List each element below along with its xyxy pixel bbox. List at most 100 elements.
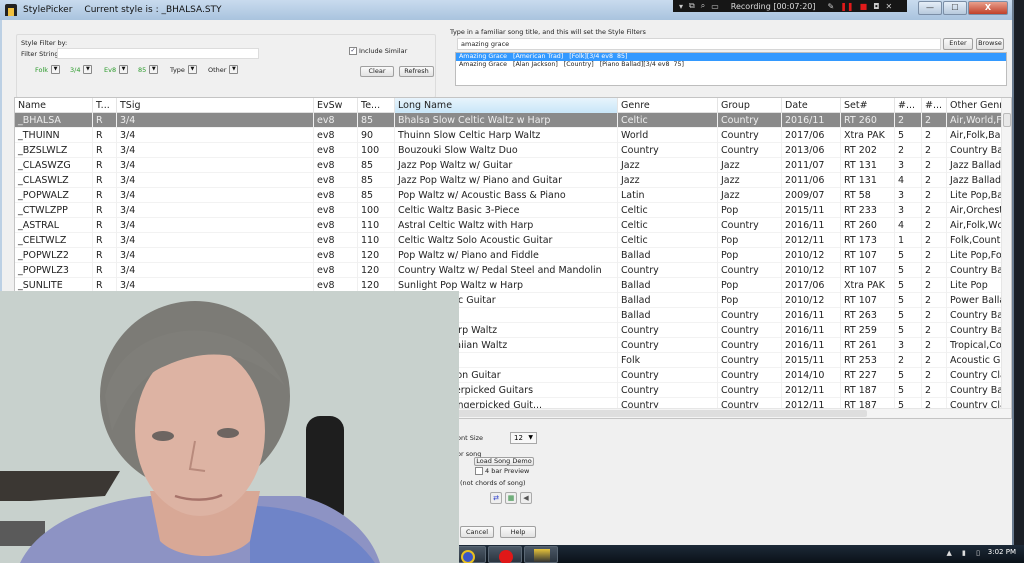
- table-cell: Air,Folk,Bal: [947, 128, 1003, 143]
- table-row[interactable]: _BZSLWLZ R 3/4 ev8 100 Bouzouki Slow Waltz Du…: [15, 143, 1011, 158]
- clear-button[interactable]: Clear: [360, 66, 394, 77]
- chevron-down-icon[interactable]: ▼: [119, 65, 129, 74]
- table-row[interactable]: _ASTRAL R 3/4 ev8 110 Astral Celtic Waltz wit…: [15, 218, 1011, 233]
- table-cell: 2: [922, 128, 947, 143]
- font-size-select[interactable]: 12 ▼: [510, 432, 537, 444]
- table-cell: 110: [358, 218, 395, 233]
- table-row[interactable]: _POPWALZ R 3/4 ev8 85 Pop Waltz w/ Acoustic B…: [15, 188, 1011, 203]
- table-cell: 85: [358, 113, 395, 128]
- column-header[interactable]: TSig: [117, 98, 314, 113]
- table-cell: R: [93, 188, 117, 203]
- dropdown-icon[interactable]: ▾: [679, 2, 683, 11]
- table-cell: RT 107: [841, 248, 895, 263]
- table-cell: 5: [895, 308, 922, 323]
- table-cell: 2: [922, 143, 947, 158]
- table-cell: 2016/11: [782, 113, 841, 128]
- column-header[interactable]: Group: [718, 98, 782, 113]
- browse-button[interactable]: Browse: [976, 38, 1004, 50]
- column-header[interactable]: Other Genr: [947, 98, 1003, 113]
- four-bar-preview-checkbox[interactable]: [475, 467, 483, 475]
- column-header[interactable]: Name: [15, 98, 93, 113]
- chevron-down-icon[interactable]: ▼: [149, 65, 159, 74]
- table-row[interactable]: _CLASWZG R 3/4 ev8 85 Jazz Pop Waltz w/ Guita…: [15, 158, 1011, 173]
- close-icon[interactable]: ✕: [886, 2, 893, 11]
- help-button[interactable]: Help: [500, 526, 536, 538]
- region-icon[interactable]: ▭: [711, 2, 719, 11]
- stop-icon[interactable]: ■: [860, 2, 868, 11]
- loop-icon[interactable]: ⇄: [490, 492, 502, 504]
- taskbar-app-bandinabox[interactable]: [524, 546, 558, 563]
- load-song-demo-button[interactable]: Load Song Demo: [474, 457, 534, 466]
- system-tray[interactable]: ▲ ▮ ▯: [946, 549, 984, 557]
- zoom-icon[interactable]: ⌕: [701, 1, 705, 11]
- vertical-scrollbar[interactable]: [1001, 98, 1011, 408]
- filter-string-input[interactable]: [57, 48, 259, 59]
- pen-icon[interactable]: ✎: [828, 2, 835, 11]
- chevron-down-icon[interactable]: ▼: [187, 65, 197, 74]
- filter-tempo-dropdown[interactable]: 85 ▼: [138, 65, 159, 74]
- table-row[interactable]: _CELTWLZ R 3/4 ev8 110 Celtic Waltz Solo Acou…: [15, 233, 1011, 248]
- table-row[interactable]: _POPWLZ3 R 3/4 ev8 120 Country Waltz w/ Pedal…: [15, 263, 1011, 278]
- filter-tsig-dropdown[interactable]: 3/4 ▼: [70, 65, 93, 74]
- column-header[interactable]: Te...: [358, 98, 395, 113]
- table-cell: Pop Waltz w/ Piano and Fiddle: [395, 248, 618, 263]
- table-cell: Country: [718, 308, 782, 323]
- image-icon[interactable]: ▦: [505, 492, 517, 504]
- table-cell: ev8: [314, 248, 358, 263]
- table-cell: RT 131: [841, 158, 895, 173]
- column-header[interactable]: #...: [895, 98, 922, 113]
- table-cell: 2: [922, 353, 947, 368]
- close-button[interactable]: X: [968, 1, 1008, 15]
- windows-icon[interactable]: ⧉: [689, 1, 695, 11]
- minimize-button[interactable]: —: [918, 1, 942, 15]
- table-cell: Celtic: [618, 218, 718, 233]
- column-header[interactable]: Set#: [841, 98, 895, 113]
- table-cell: Jazz Pop Waltz w/ Guitar: [395, 158, 618, 173]
- column-header[interactable]: Long Name: [395, 98, 618, 113]
- table-row[interactable]: _POPWLZ2 R 3/4 ev8 120 Pop Waltz w/ Piano and…: [15, 248, 1011, 263]
- filter-type-dropdown[interactable]: Type ▼: [170, 65, 197, 74]
- table-cell: Country: [718, 218, 782, 233]
- table-cell: 2: [922, 293, 947, 308]
- table-cell: 1: [895, 233, 922, 248]
- filter-evsw-dropdown[interactable]: Ev8 ▼: [104, 65, 129, 74]
- camera-icon[interactable]: ◘: [873, 2, 879, 11]
- checkmark-icon[interactable]: ✓: [349, 47, 357, 55]
- include-similar-checkbox[interactable]: ✓ Include Similar: [349, 47, 407, 55]
- table-cell: ev8: [314, 188, 358, 203]
- table-cell: Folk: [618, 353, 718, 368]
- table-cell: 120: [358, 248, 395, 263]
- chevron-down-icon[interactable]: ▼: [229, 65, 239, 74]
- song-result-item[interactable]: Amazing Grace [Alan Jackson] [Country] […: [456, 61, 1006, 69]
- table-cell: 2: [922, 113, 947, 128]
- refresh-button[interactable]: Refresh: [399, 66, 434, 77]
- enter-button[interactable]: Enter: [943, 38, 973, 50]
- column-header[interactable]: #...: [922, 98, 947, 113]
- song-results-list[interactable]: Amazing Grace [American Trad] [Folk][3/4…: [455, 52, 1007, 86]
- table-cell: Country: [718, 113, 782, 128]
- table-cell: 100: [358, 143, 395, 158]
- column-header[interactable]: EvSw: [314, 98, 358, 113]
- filter-genre-dropdown[interactable]: Folk ▼: [35, 65, 61, 74]
- song-result-item[interactable]: Amazing Grace [American Trad] [Folk][3/4…: [456, 53, 1006, 61]
- table-row[interactable]: _CTWLZPP R 3/4 ev8 100 Celtic Waltz Basic 3-P…: [15, 203, 1011, 218]
- taskbar-app-recorder[interactable]: [488, 546, 522, 563]
- chevron-down-icon[interactable]: ▼: [51, 65, 61, 74]
- table-row[interactable]: _THUINN R 3/4 ev8 90 Thuinn Slow Celtic Harp …: [15, 128, 1011, 143]
- filter-other-dropdown[interactable]: Other ▼: [208, 65, 239, 74]
- chevron-down-icon[interactable]: ▼: [83, 65, 93, 74]
- table-row[interactable]: _BHALSA R 3/4 ev8 85 Bhalsa Slow Celtic Waltz…: [15, 113, 1011, 128]
- table-cell: ev8: [314, 218, 358, 233]
- table-cell: 2: [922, 218, 947, 233]
- cancel-button[interactable]: Cancel: [460, 526, 494, 538]
- column-header[interactable]: T...: [93, 98, 117, 113]
- song-title-input[interactable]: amazing grace: [457, 38, 941, 50]
- pause-icon[interactable]: ❚❚: [840, 2, 853, 11]
- maximize-button[interactable]: ☐: [943, 1, 967, 15]
- table-row[interactable]: _CLASWLZ R 3/4 ev8 85 Jazz Pop Waltz w/ Piano…: [15, 173, 1011, 188]
- speaker-icon[interactable]: ◀: [520, 492, 532, 504]
- table-cell: 5: [895, 128, 922, 143]
- column-header[interactable]: Genre: [618, 98, 718, 113]
- column-header[interactable]: Date: [782, 98, 841, 113]
- vertical-scrollbar-thumb[interactable]: [1003, 113, 1011, 127]
